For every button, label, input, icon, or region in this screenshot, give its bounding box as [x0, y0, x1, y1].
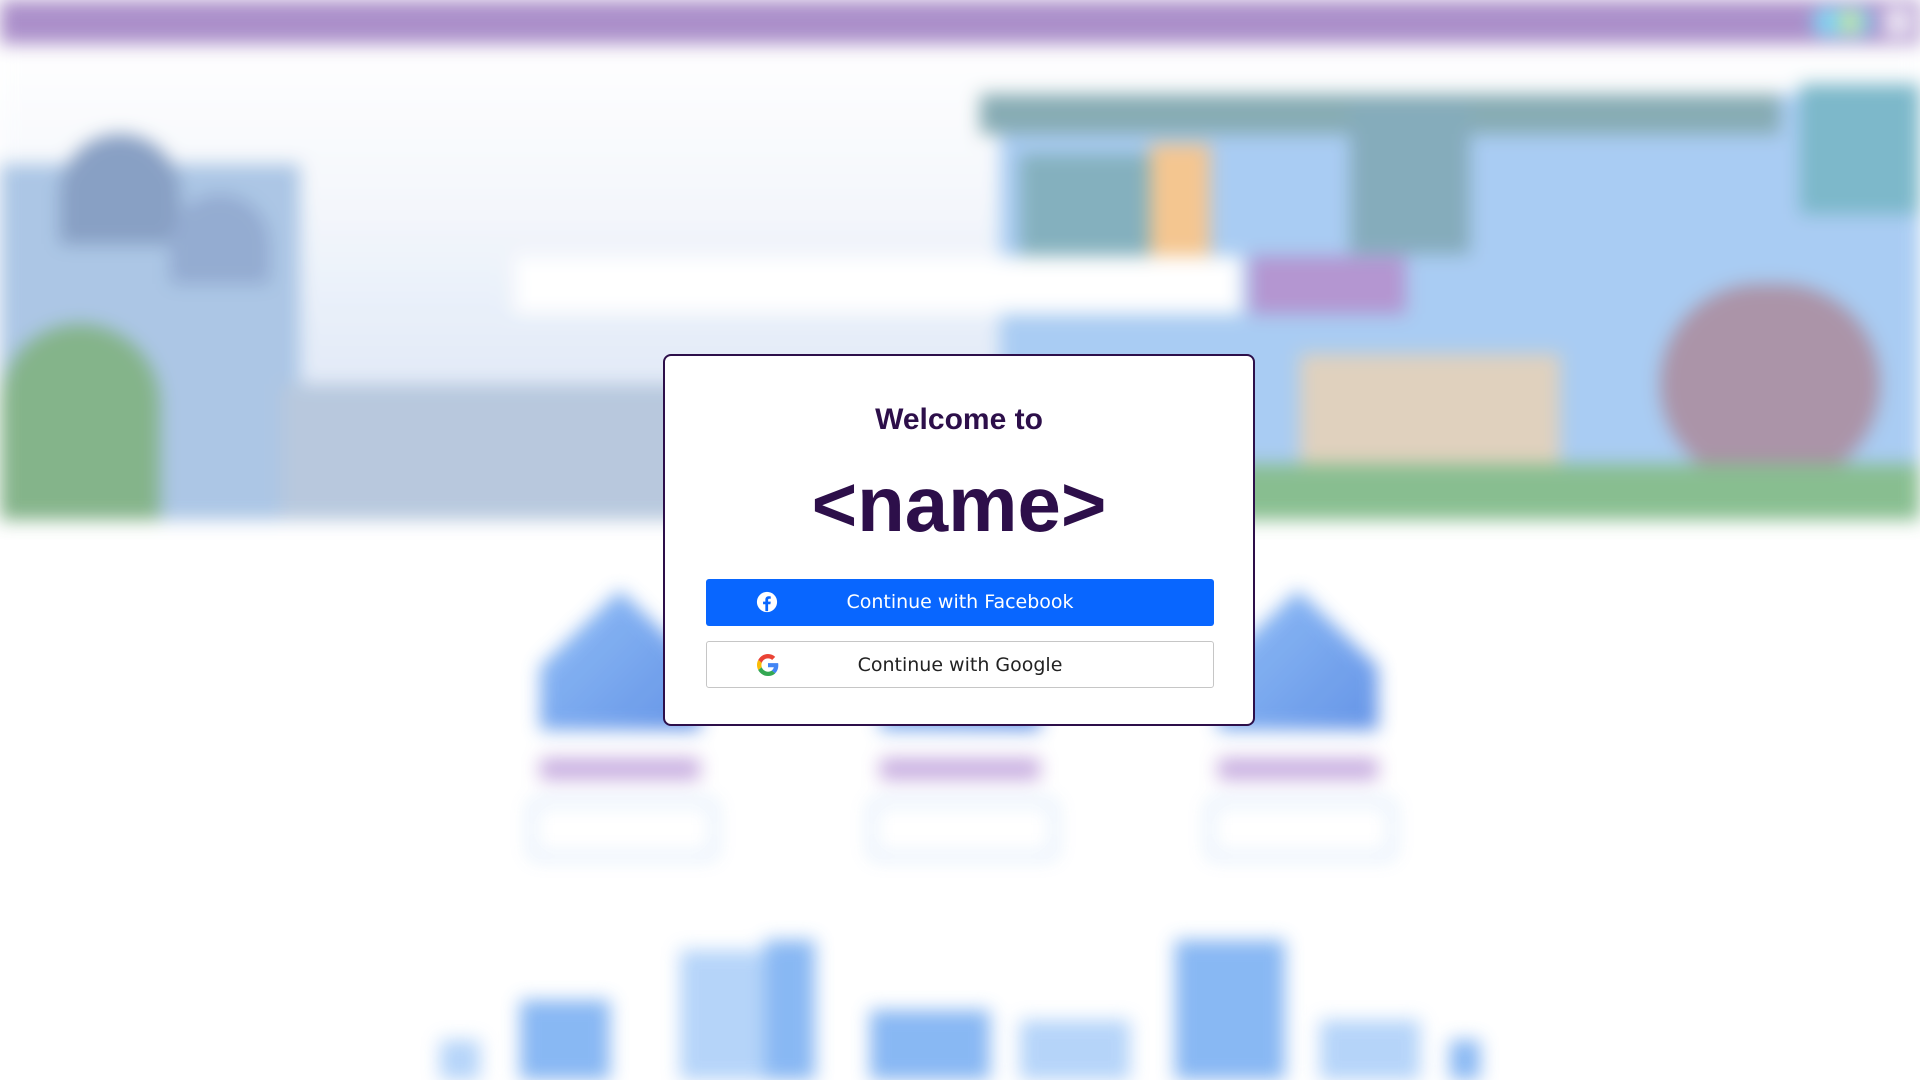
continue-with-google-button[interactable]: Continue with Google [706, 641, 1214, 688]
google-button-label: Continue with Google [857, 654, 1063, 676]
brand-name: <name> [811, 460, 1107, 548]
welcome-heading: Welcome to [875, 403, 1043, 436]
login-modal: Welcome to <name> Continue with Facebook [663, 354, 1255, 726]
continue-with-facebook-button[interactable]: Continue with Facebook [706, 579, 1214, 626]
app-screen: Welcome to <name> Continue with Facebook [0, 0, 1920, 1080]
facebook-button-label: Continue with Facebook [846, 591, 1074, 613]
